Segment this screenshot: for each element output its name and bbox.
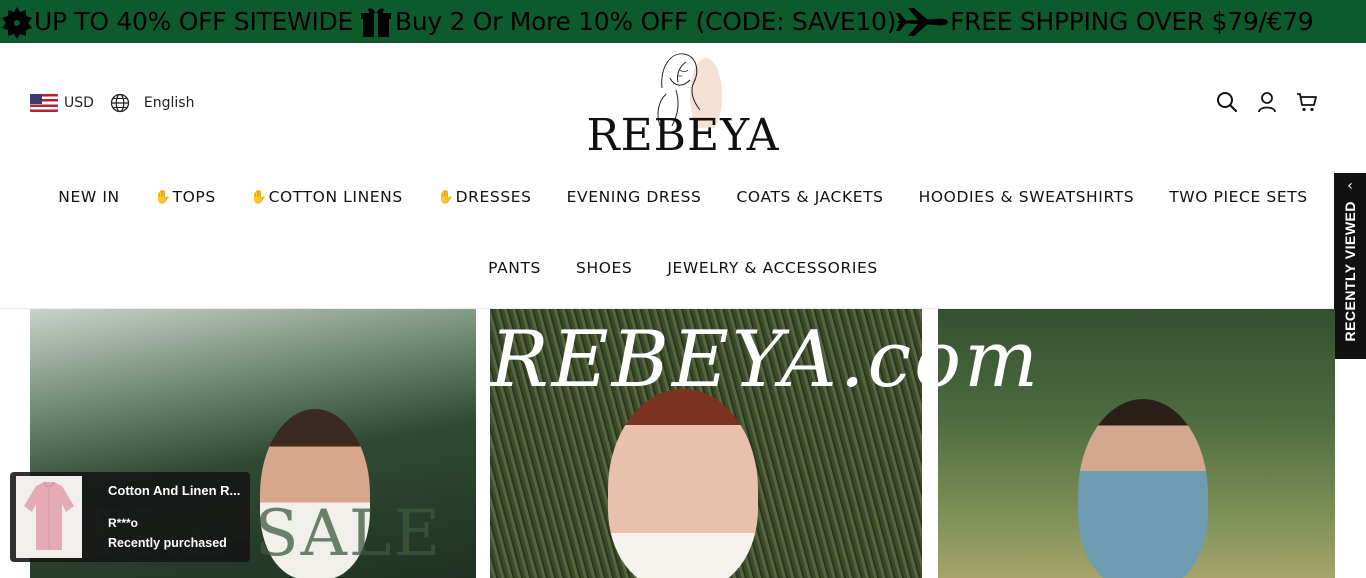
recent-purchase-popup[interactable]: Cotton And Linen R... R***o Recently pur…	[10, 472, 250, 562]
announcement-bar: UP TO 40% OFF SITEWIDE Buy 2 Or More 10%…	[0, 0, 1366, 43]
nav-item-label: NEW IN	[58, 188, 120, 206]
popup-product-name[interactable]: Cotton And Linen R...	[108, 483, 240, 498]
pink-shirt-image	[16, 476, 82, 558]
hand-icon: ✋	[250, 189, 268, 205]
locale-selector: USD English	[30, 93, 194, 113]
main-nav-row-2: PANTS SHOES JEWELRY & ACCESSORIES	[0, 259, 1366, 277]
chevron-left-icon: ‹	[1347, 178, 1353, 194]
account-icon[interactable]	[1256, 91, 1278, 113]
promo-text-2: Buy 2 Or More 10% OFF (CODE: SAVE10)	[394, 7, 897, 36]
currency-selector[interactable]: USD	[64, 95, 94, 111]
nav-item-label: COTTON LINENS	[268, 188, 403, 206]
popup-status: Recently purchased	[108, 536, 227, 550]
model-figure	[1078, 399, 1208, 578]
nav-item-label: JEWELRY & ACCESSORIES	[667, 259, 878, 277]
recently-viewed-label: RECENTLY VIEWED	[1342, 201, 1358, 342]
nav-item-label: COATS & JACKETS	[736, 188, 884, 206]
cart-icon[interactable]	[1296, 91, 1318, 113]
popup-info: Cotton And Linen R... R***o Recently pur…	[108, 476, 240, 550]
promo-text-3: FREE SHPPING OVER $79/€79	[950, 7, 1314, 36]
nav-item-label: SHOES	[576, 259, 633, 277]
nav-item-label: DRESSES	[455, 188, 532, 206]
announcement-promo-1: UP TO 40% OFF SITEWIDE	[0, 5, 353, 39]
nav-item-tops[interactable]: ✋ TOPS	[155, 188, 216, 206]
airplane-icon	[896, 7, 949, 36]
nav-item-jewelry-accessories[interactable]: JEWELRY & ACCESSORIES	[667, 259, 878, 277]
nav-item-label: TOPS	[172, 188, 216, 206]
nav-item-shoes[interactable]: SHOES	[576, 259, 632, 277]
popup-buyer: R***o	[108, 516, 139, 530]
announcement-promo-3: FREE SHPPING OVER $79/€79	[896, 7, 1314, 37]
product-thumbnail[interactable]	[16, 476, 82, 558]
model-figure	[608, 389, 758, 578]
main-nav-row-1: NEW IN ✋ TOPS ✋ COTTON LINENS ✋ DRESSES EVENING…	[0, 188, 1366, 206]
site-header: USD English REBEYA NEW IN ✋ TOPS ✋ COTTO…	[0, 43, 1366, 309]
announcement-promo-2: Buy 2 Or More 10% OFF (CODE: SAVE10)	[360, 5, 897, 39]
nav-item-pants[interactable]: PANTS	[488, 259, 541, 277]
search-icon[interactable]	[1216, 91, 1238, 113]
nav-item-two-piece-sets[interactable]: TWO PIECE SETS	[1169, 188, 1308, 206]
nav-item-coats-jackets[interactable]: COATS & JACKETS	[737, 188, 884, 206]
header-actions	[1216, 91, 1318, 113]
nav-item-label: TWO PIECE SETS	[1169, 188, 1308, 206]
nav-item-hoodies-sweatshirts[interactable]: HOODIES & SWEATSHIRTS	[919, 188, 1135, 206]
nav-item-new-in[interactable]: NEW IN	[58, 188, 119, 206]
recently-viewed-tab[interactable]: ‹ RECENTLY VIEWED	[1334, 173, 1366, 359]
badge-icon	[2, 6, 32, 39]
nav-item-cotton-linens[interactable]: ✋ COTTON LINENS	[251, 188, 403, 206]
site-watermark: REBEYA.com	[490, 315, 1042, 405]
us-flag-icon[interactable]	[30, 94, 58, 112]
logo-wordmark: REBEYA	[586, 110, 780, 161]
nav-item-dresses[interactable]: ✋ DRESSES	[438, 188, 532, 206]
hand-icon: ✋	[154, 189, 172, 205]
language-selector[interactable]: English	[144, 95, 195, 111]
site-logo[interactable]: REBEYA	[582, 48, 784, 158]
nav-item-label: PANTS	[488, 259, 541, 277]
hand-icon: ✋	[437, 189, 455, 205]
nav-item-label: HOODIES & SWEATSHIRTS	[918, 188, 1135, 206]
gift-icon	[360, 7, 391, 37]
promo-text-1: UP TO 40% OFF SITEWIDE	[34, 7, 353, 36]
globe-icon[interactable]	[110, 93, 130, 113]
nav-item-label: EVENING DRESS	[566, 188, 702, 206]
nav-item-evening-dress[interactable]: EVENING DRESS	[567, 188, 702, 206]
